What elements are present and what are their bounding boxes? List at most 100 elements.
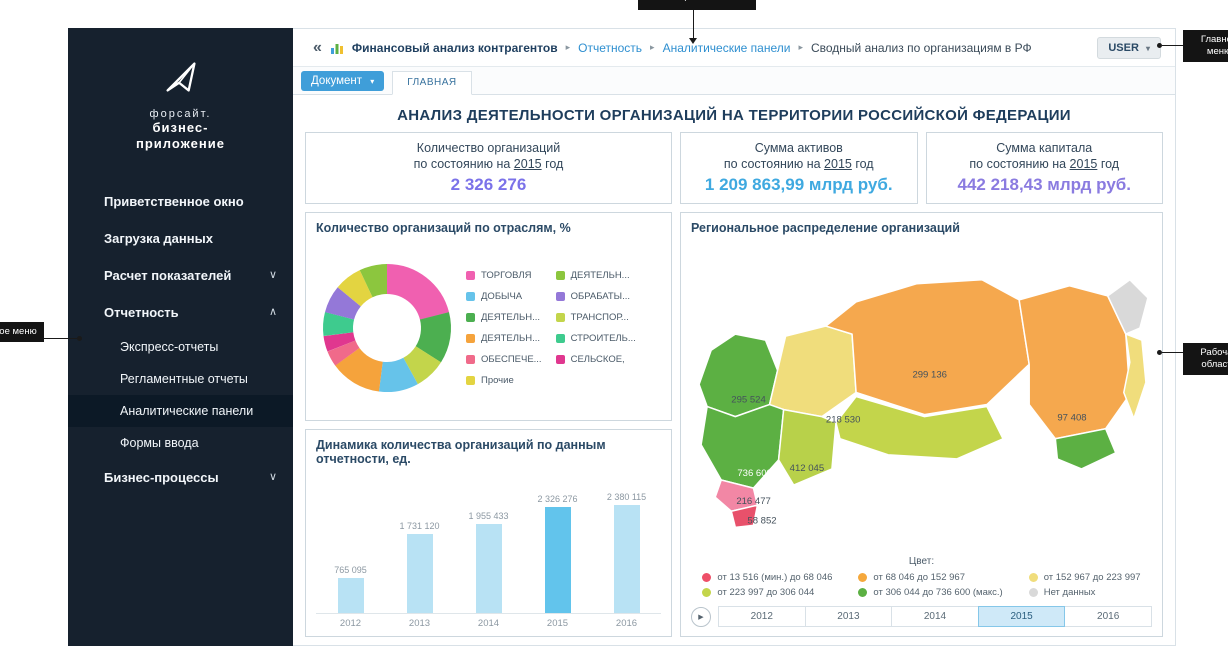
map-legend-item: от 223 997 до 306 044 (702, 587, 832, 598)
map-legend-item: от 13 516 (мин.) до 68 046 (702, 572, 832, 583)
russia-map[interactable]: 295 524218 530299 13697 408736 600412 04… (685, 237, 1158, 556)
map-value-label: 299 136 (912, 369, 947, 380)
legend-swatch (466, 271, 475, 280)
sidebar-item[interactable]: Бизнес-процессы∨ (68, 459, 293, 496)
sidebar-item[interactable]: Приветственное окно (68, 183, 293, 220)
sidebar-item[interactable]: Отчетность∧ (68, 294, 293, 331)
map-value-label: 216 477 (736, 496, 771, 507)
map-legend-item: от 68 046 до 152 967 (858, 572, 1002, 583)
legend-label: ОБЕСПЕЧЕ... (481, 354, 542, 365)
kpi-subtitle-suffix: год (1097, 157, 1119, 171)
kpi-value: 2 326 276 (451, 175, 527, 195)
donut-legend: ТОРГОВЛЯ ДОБЫЧА ДЕЯТЕЛЬН... ДЕЯТЕЛЬН... ОБЕС… (466, 267, 636, 390)
breadcrumb-item-reports[interactable]: Отчетность (578, 41, 642, 55)
tab-main[interactable]: ГЛАВНАЯ (392, 71, 471, 95)
kpi-subtitle-suffix: год (852, 157, 874, 171)
map-value-label: 736 600 (737, 468, 772, 479)
brand-name: форсайт. (68, 108, 293, 120)
bar-value-label: 1 955 433 (468, 511, 508, 521)
bar (338, 578, 364, 613)
timeline-year-2014[interactable]: 2014 (891, 606, 979, 627)
sidebar-item[interactable]: Загрузка данных (68, 220, 293, 257)
bar-value-label: 2 326 276 (537, 494, 577, 504)
legend-label: ДЕЯТЕЛЬН... (481, 312, 540, 323)
bar-group: 1 955 433 (457, 511, 519, 613)
annotation-top: Навигационное меню (638, 0, 756, 10)
chevron-down-icon: ▾ (370, 77, 374, 86)
legend-swatch (466, 334, 475, 343)
legend-label: от 68 046 до 152 967 (873, 572, 965, 583)
kpi-subtitle-prefix: по состоянию на (724, 157, 824, 171)
bar-axis-label: 2016 (595, 618, 657, 629)
kpi-subtitle: по состоянию на 2015 год (724, 157, 874, 171)
legend-swatch (556, 355, 565, 364)
document-menu-button[interactable]: Документ ▾ (301, 71, 384, 91)
legend-dot (858, 573, 867, 582)
kpi-year-link[interactable]: 2015 (824, 157, 852, 171)
bar-group: 2 380 115 (595, 492, 657, 613)
map-region-kamchatka[interactable] (1124, 334, 1146, 419)
timeline-year-2013[interactable]: 2013 (805, 606, 893, 627)
annotation-top-right-line (1162, 45, 1183, 46)
donut-legend-item: ТОРГОВЛЯ (466, 267, 542, 285)
chevron-down-icon: ∨ (269, 470, 277, 483)
kpi-year-link[interactable]: 2015 (514, 157, 542, 171)
timeline-year-2016[interactable]: 2016 (1064, 606, 1152, 627)
region-map-panel: Региональное распределение организаций 2… (680, 212, 1163, 637)
kpi-title: Количество организаций (417, 141, 560, 155)
kpi-value: 442 218,43 млрд руб. (958, 175, 1132, 195)
sidebar-item[interactable]: Экспресс-отчеты (68, 331, 293, 363)
donut-legend-item: ОБЕСПЕЧЕ... (466, 351, 542, 369)
kpi-subtitle-suffix: год (542, 157, 564, 171)
legend-label: от 13 516 (мин.) до 68 046 (717, 572, 832, 583)
bar (614, 505, 640, 613)
kpi-value: 1 209 863,99 млрд руб. (705, 175, 893, 195)
bar-axis-label: 2015 (526, 618, 588, 629)
legend-label: ДЕЯТЕЛЬН... (481, 333, 540, 344)
donut-legend-item: ДОБЫЧА (466, 288, 542, 306)
kpi-card-count: Количество организаций по состоянию на 2… (305, 132, 672, 204)
map-value-label: 218 530 (826, 415, 861, 426)
breadcrumb-separator-icon: ▸ (650, 42, 655, 53)
map-legend-grid: от 13 516 (мин.) до 68 046 от 68 046 до 1… (691, 572, 1152, 598)
annotation-top-arrow (689, 38, 697, 44)
donut-legend-item: ДЕЯТЕЛЬН... (556, 267, 636, 285)
legend-label: ДОБЫЧА (481, 291, 522, 302)
brand-product-2: приложение (68, 136, 293, 152)
timeline-year-2015[interactable]: 2015 (978, 606, 1066, 627)
bar-value-label: 765 095 (334, 565, 367, 575)
sidebar-item[interactable]: Аналитические панели (68, 395, 293, 427)
sidebar-item-label: Регламентные отчеты (120, 372, 248, 386)
bar-group: 765 095 (319, 565, 381, 613)
map-legend-item: от 152 967 до 223 997 (1029, 572, 1141, 583)
donut-legend-item: СЕЛЬСКОЕ, (556, 351, 636, 369)
sidebar-item[interactable]: Регламентные отчеты (68, 363, 293, 395)
map-value-label: 58 852 (747, 515, 776, 526)
play-button[interactable]: ▶ (691, 607, 711, 627)
sidebar-item[interactable]: Расчет показателей∨ (68, 257, 293, 294)
breadcrumb-item-current: Сводный анализ по организациям в РФ (811, 41, 1032, 55)
user-menu-button[interactable]: USER ▾ (1097, 37, 1161, 59)
donut-legend-item: Прочие (466, 372, 542, 390)
timeline-year-2012[interactable]: 2012 (718, 606, 806, 627)
map-region-komi-ural[interactable] (770, 326, 857, 417)
report-app-icon (330, 41, 344, 55)
legend-swatch (556, 271, 565, 280)
annotation-right-dot (1157, 350, 1162, 355)
legend-label: от 223 997 до 306 044 (717, 587, 814, 598)
map-region-west-siberia[interactable] (826, 280, 1029, 415)
document-menu-label: Документ (311, 75, 362, 87)
bar (476, 524, 502, 613)
bar-chart-area: 765 0951 731 1201 955 4332 326 2762 380 … (316, 484, 661, 615)
sidebar-item[interactable]: Формы ввода (68, 427, 293, 459)
tab-bar: Документ ▾ ГЛАВНАЯ (293, 67, 1175, 95)
collapse-sidebar-icon[interactable]: « (313, 40, 322, 56)
legend-label: Нет данных (1044, 587, 1096, 598)
main-area: « Финансовый анализ контрагентов ▸ Отчет… (293, 28, 1176, 646)
breadcrumb-item-root[interactable]: Финансовый анализ контрагентов (352, 41, 558, 55)
breadcrumb-item-panels[interactable]: Аналитические панели (663, 41, 791, 55)
map-body: 295 524218 530299 13697 408736 600412 04… (681, 237, 1162, 556)
legend-label: от 306 044 до 736 600 (макс.) (873, 587, 1002, 598)
kpi-year-link[interactable]: 2015 (1070, 157, 1098, 171)
timeline-track: 20122013201420152016 (719, 606, 1152, 627)
